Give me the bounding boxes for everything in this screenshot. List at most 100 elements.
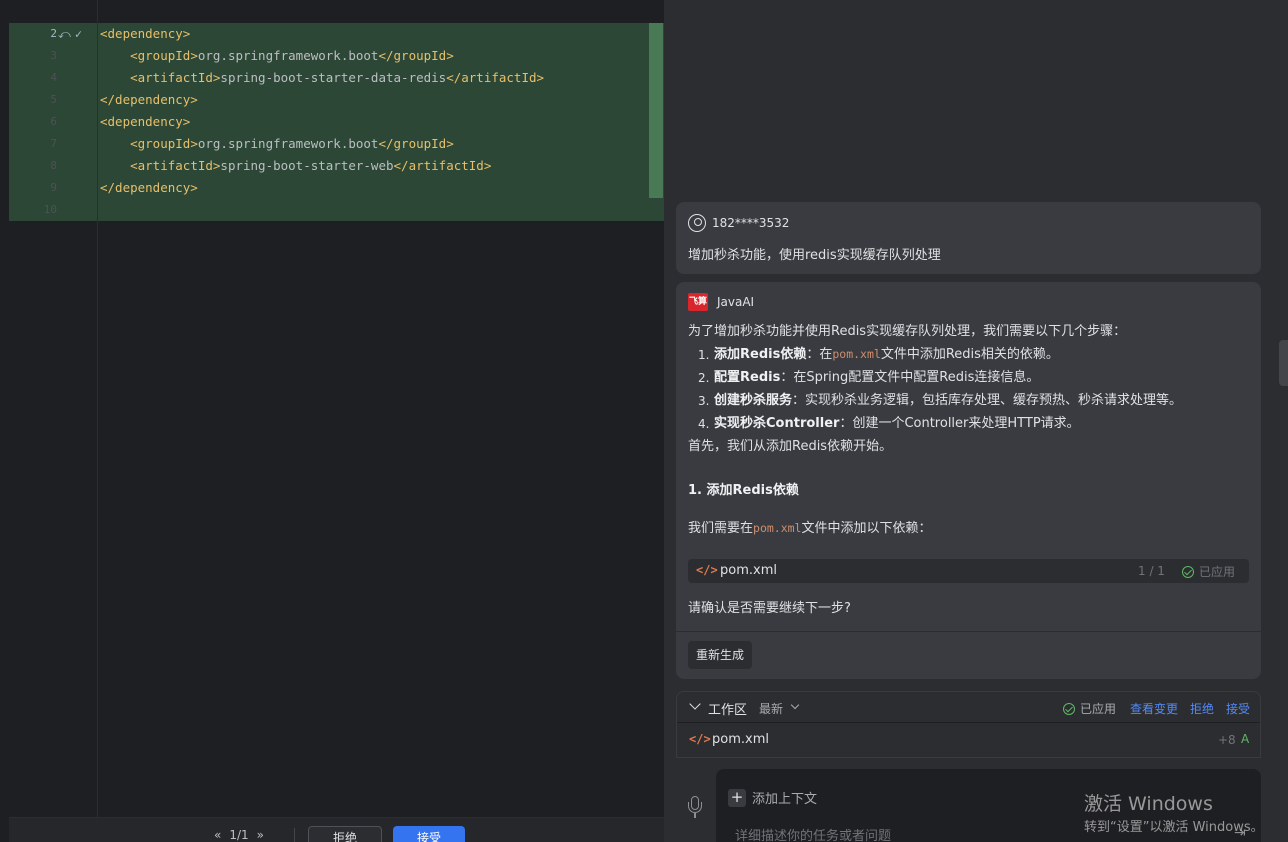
ai-assistant-panel: 182****3532 增加秒杀功能，使用redis实现缓存队列处理 飞算 Ja… [664,0,1288,842]
code-text: <dependency> [100,23,190,45]
xml-open-tag: </dependency> [100,92,198,107]
code-line-6: 6 <dependency> [9,111,664,133]
code-area[interactable]: 1 1 2⤺✓<dependency>3 <groupId>org.spring… [9,0,664,221]
steps-list: 1. 添加Redis依赖：在pom.xml文件中添加Redis相关的依赖。 2. 配置… [688,343,1253,435]
ai-response-body: 为了增加秒杀功能并使用Redis实现缓存队列处理，我们需要以下几个步骤： 1. 添… [688,320,1253,540]
xml-open-tag: <dependency> [100,114,191,129]
xml-open-tag: <dependency> [100,26,191,41]
workspace-title[interactable]: 工作区 [708,699,747,718]
workspace-reject-link[interactable]: 拒绝 [1190,700,1214,717]
diff-editor: 1 1 2⤺✓<dependency>3 <groupId>org.spring… [0,0,664,842]
line-number: 9 [50,181,57,194]
applied-status: 已应用 [1182,563,1235,580]
xml-text: spring-boot-starter-data-redis [220,70,447,85]
inline-code: pom.xml [753,521,802,535]
add-context-button[interactable]: + 添加上下文 [728,788,817,807]
step-item: 2. 配置Redis：在Spring配置文件中配置Redis连接信息。 [698,366,1253,389]
code-text: <dependency> [100,111,190,133]
line-actions: ⤺ ✓ [58,23,82,45]
ai-response-card: 飞算 JavaAI 为了增加秒杀功能并使用Redis实现缓存队列处理，我们需要以… [676,282,1261,679]
code-line-2: 2 ⤺ ✓ <dependency> [9,23,664,45]
workspace-header: 工作区 最新 已应用 查看变更 拒绝 接受 [677,692,1260,723]
code-file-icon: </> [696,563,718,577]
code-text: <artifactId>spring-boot-starter-web</art… [100,155,491,177]
ai-header: 飞算 JavaAI [688,293,754,311]
regenerate-button[interactable]: 重新生成 [688,641,752,669]
card-divider [676,631,1261,632]
toolbar-separator [294,828,295,842]
chat-input-box[interactable]: + 添加上下文 详细描述你的任务或者问题 ⇥ [716,769,1261,842]
file-added-status: A [1241,732,1250,746]
ai-name: JavaAI [717,295,755,309]
code-file-icon: </> [689,732,711,746]
inline-code: pom.xml [832,347,881,361]
code-text: <artifactId>spring-boot-starter-data-red… [100,67,544,89]
applied-label: 已应用 [1199,565,1236,579]
accept-button[interactable]: 接受 [393,826,465,842]
next-change-icon[interactable]: » [257,828,264,842]
step-number: 1. [698,348,710,362]
check-circle-icon [1182,565,1194,578]
chevron-down-icon[interactable] [790,700,800,710]
xml-close-tag: </artifactId> [446,70,545,85]
line-number: 6 [50,115,57,128]
workspace-accept-link[interactable]: 接受 [1226,700,1250,717]
confirm-question: 请确认是否需要继续下一步? [688,601,851,616]
code-line-10: 10 [9,199,664,221]
chat-input-area: + 添加上下文 详细描述你的任务或者问题 ⇥ [664,760,1288,842]
xml-open-tag: </dependency> [100,180,198,195]
step-title: 配置Redis [714,370,781,385]
change-marker-bar[interactable] [649,23,663,198]
workspace-file-row[interactable]: </> pom.xml +8 A [677,723,1260,757]
scrollbar-thumb[interactable] [1279,340,1288,386]
step-text: ：创建一个Controller来处理HTTP请求。 [839,416,1080,431]
step-item: 3. 创建秒杀服务：实现秒杀业务逻辑，包括库存处理、缓存预热、秒杀请求处理等。 [698,389,1253,412]
code-line-9: 9 </dependency> [9,177,664,199]
code-line-4: 4 <artifactId>spring-boot-starter-data-r… [9,67,664,89]
workspace-status: 已应用 [1063,700,1116,717]
check-circle-icon [1063,702,1075,715]
user-name: 182****3532 [712,216,790,230]
chat-input-placeholder[interactable]: 详细描述你的任务或者问题 [735,825,891,842]
step-text: ：实现秒杀业务逻辑，包括库存处理、缓存预热、秒杀请求处理等。 [792,393,1183,408]
step-title: 添加Redis依赖 [714,347,807,362]
workspace-status-label: 已应用 [1080,702,1117,716]
workspace-filter-dropdown[interactable]: 最新 [759,700,783,717]
xml-text: spring-boot-starter-web [220,158,394,173]
user-header: 182****3532 [688,214,789,232]
step-text: ：在Spring配置文件中配置Redis连接信息。 [780,370,1040,385]
ai-after-steps: 首先，我们从添加Redis依赖开始。 [688,439,893,454]
plus-icon: + [728,788,746,807]
gutter-divider [97,0,98,817]
line-number: 7 [50,137,57,150]
view-changes-link[interactable]: 查看变更 [1130,700,1178,717]
user-message-text: 增加秒杀功能，使用redis实现缓存队列处理 [688,248,941,263]
lines-added-count: +8 [1218,733,1236,747]
code-line-3: 3 <groupId>org.springframework.boot</gro… [9,45,664,67]
editor-left-strip [0,0,9,842]
ai-logo: 飞算 [688,293,708,311]
change-counter: 1/1 [229,828,249,842]
step-title: 创建秒杀服务 [714,393,793,408]
workspace-file-name: pom.xml [712,732,769,747]
reject-button[interactable]: 拒绝 [308,826,382,842]
xml-open-tag: <groupId> [130,48,198,63]
revert-change-icon[interactable]: ⤺ [58,27,71,41]
send-icon[interactable]: ⇥ [1234,825,1246,841]
collapse-chevron-icon[interactable] [689,698,701,710]
instruction-text: 我们需要在 [688,521,754,536]
accept-change-icon[interactable]: ✓ [75,27,82,41]
code-text: </dependency> [100,89,198,111]
line-number: 4 [50,71,57,84]
xml-close-tag: </artifactId> [393,158,492,173]
microphone-icon[interactable] [688,796,702,818]
step-number: 3. [698,394,710,408]
file-name: pom.xml [720,563,777,578]
code-line-1: 1 1 [9,0,664,61]
diff-action-bar: « 1/1 » 拒绝 接受 [9,817,664,842]
code-file-chip[interactable]: </> pom.xml 1 / 1 已应用 [688,559,1249,583]
prev-change-icon[interactable]: « [214,828,221,842]
line-number: 3 [50,49,57,62]
